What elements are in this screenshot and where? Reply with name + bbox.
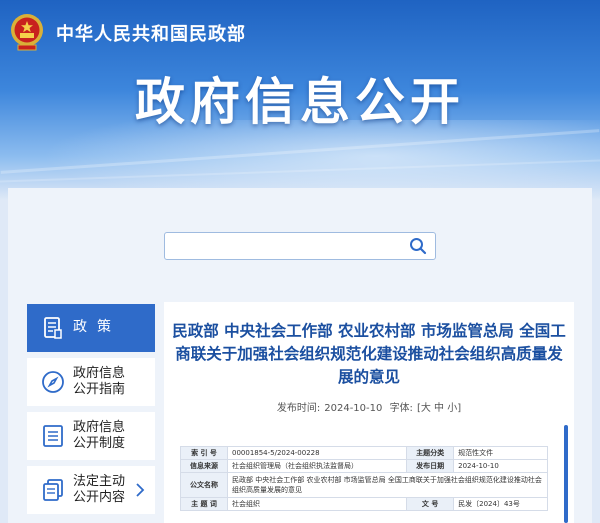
table-row: 信息来源 社会组织管理局（社会组织执法监督局） 发布日期 2024-10-10 <box>180 459 548 473</box>
category-label: 主题分类 <box>406 446 455 460</box>
article-title: 民政部 中央社会工作部 农业农村部 市场监管总局 全国工商联关于加强社会组织规范… <box>172 322 566 386</box>
source-value: 社会组织管理局（社会组织执法监督局） <box>226 459 408 473</box>
sidebar-item-statutory[interactable]: 法定主动 公开内容 <box>27 466 155 514</box>
date-label: 发布日期 <box>406 459 455 473</box>
compass-icon <box>42 371 64 393</box>
index-value: 00001854-5/2024-00228 <box>226 446 408 460</box>
doc-no-label: 文 号 <box>406 497 455 511</box>
search-icon[interactable] <box>409 237 427 255</box>
sidebar-item-guide[interactable]: 政府信息 公开指南 <box>27 358 155 406</box>
table-row: 公文名称 民政部 中央社会工作部 农业农村部 市场监管总局 全国工商联关于加强社… <box>180 472 548 498</box>
doc-name-value: 民政部 中央社会工作部 农业农村部 市场监管总局 全国工商联关于加强社会组织规范… <box>227 472 548 498</box>
sidebar-item-label: 政府信息 公开制度 <box>73 420 126 451</box>
index-label: 索 引 号 <box>180 446 228 460</box>
banner-title: 政府信息公开 <box>135 73 465 131</box>
copy-icon <box>43 479 63 501</box>
date-value: 2024-10-10 <box>453 459 548 473</box>
table-row: 主 题 词 社会组织 文 号 民发〔2024〕43号 <box>180 497 548 511</box>
article-meta: 发布时间: 2024-10-10 字体: [大 中 小] <box>164 399 574 414</box>
chevron-right-icon[interactable] <box>135 483 145 497</box>
doc-no-value: 民发〔2024〕43号 <box>453 497 548 511</box>
search-box[interactable] <box>164 232 436 260</box>
category-value: 规范性文件 <box>453 446 548 460</box>
source-label: 信息来源 <box>180 459 228 473</box>
sidebar-item-label: 政策 <box>73 319 121 335</box>
search-input[interactable] <box>171 236 400 258</box>
published-label: 发布时间: <box>276 403 321 414</box>
keyword-value: 社会组织 <box>226 497 408 511</box>
national-emblem-icon[interactable] <box>8 12 46 52</box>
document-icon <box>44 317 62 339</box>
font-size-label: 字体: <box>389 403 413 414</box>
sidebar-item-label: 政府信息 公开指南 <box>73 366 126 397</box>
article-panel: 民政部 中央社会工作部 农业农村部 市场监管总局 全国工商联关于加强社会组织规范… <box>164 302 574 523</box>
table-row: 索 引 号 00001854-5/2024-00228 主题分类 规范性文件 <box>180 446 548 460</box>
font-size-switcher[interactable]: [大 中 小] <box>417 403 461 414</box>
sidebar-item-system[interactable]: 政府信息 公开制度 <box>27 412 155 460</box>
scrollbar[interactable] <box>564 425 568 523</box>
doc-name-label: 公文名称 <box>180 472 228 498</box>
list-icon <box>43 425 63 447</box>
sidebar-item-label: 法定主动 公开内容 <box>73 474 126 505</box>
document-info-table: 索 引 号 00001854-5/2024-00228 主题分类 规范性文件 信… <box>180 446 548 511</box>
published-date: 2024-10-10 <box>324 403 383 414</box>
ministry-name[interactable]: 中华人民共和国民政部 <box>56 20 246 46</box>
sidebar-item-policy[interactable]: 政策 <box>27 304 155 352</box>
keyword-label: 主 题 词 <box>180 497 228 511</box>
